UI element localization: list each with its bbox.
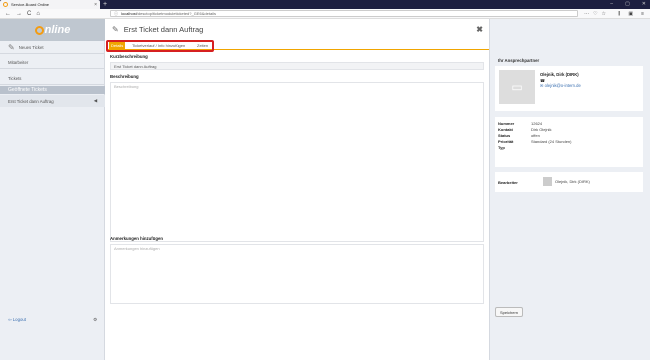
save-button[interactable]: Speichern — [495, 307, 524, 317]
collapse-arrow-icon[interactable]: ◀ — [94, 98, 97, 104]
tab-times[interactable]: Zeiten — [195, 42, 210, 49]
logo-text: nline — [44, 24, 71, 36]
toolbar-icons: ⫼ ▣ ≡ — [612, 11, 650, 17]
close-window-icon[interactable]: ✕ — [642, 0, 646, 9]
assignee-card: Bearbeiter Olejnik, Dirk (DIRK) — [495, 172, 643, 192]
open-ticket-item[interactable]: Erst Ticket dann Auftrag ◀ — [0, 95, 105, 107]
logo-ring-icon — [34, 25, 44, 35]
reload-icon[interactable]: C — [27, 11, 31, 17]
logout-row: ⇦ Logout ⚙ — [0, 314, 105, 326]
tab-history[interactable]: Ticketverlauf / Info hinzufügen — [130, 42, 187, 49]
url-host: localhost — [121, 11, 137, 16]
short-description-label: Kurzbeschreibung — [110, 54, 148, 59]
description-label: Beschreibung — [110, 74, 139, 79]
notes-label: Anmerkungen hinzufügen — [110, 236, 163, 241]
open-tickets-header: Geöffnete Tickets — [0, 86, 105, 94]
info-row-type: Typ — [498, 145, 505, 150]
info-row-status: Status offen — [498, 133, 540, 138]
minimize-icon[interactable]: – — [610, 0, 613, 9]
forward-icon[interactable]: → — [16, 11, 22, 17]
ticket-info-card: Nummer 12624 Kontakt Dirk Olejnik Status of… — [495, 117, 643, 167]
url-path: /desctop/ticketmoduleticketed?_GE6&detai… — [136, 11, 216, 16]
bookmark-icon[interactable]: ☆ — [602, 11, 606, 17]
pocket-icon[interactable]: ♡ — [593, 11, 597, 17]
page-title: Erst Ticket dann Auftrag — [123, 25, 204, 34]
sidebar-item-staff[interactable]: Mitarbeiter — [0, 57, 105, 69]
description-field[interactable]: Beschreibung — [110, 82, 484, 242]
pencil-icon: ✎ — [112, 25, 119, 34]
tab-details[interactable]: Details — [109, 42, 126, 49]
close-button[interactable]: ✖ — [476, 25, 483, 34]
browser-tab-title: Service-Board Online — [11, 2, 50, 7]
sidebar-item-tickets[interactable]: Tickets — [0, 73, 105, 85]
window-controls: – ▢ ✕ — [610, 0, 646, 9]
contact-email-link[interactable]: ✉ olejnik@o-intern.de — [540, 83, 581, 88]
contact-card: ▭ Olejnik, Dirk (DIRK) ☎ ✉ olejnik@o-int… — [495, 66, 643, 111]
info-icon: ⓘ — [114, 10, 118, 16]
browser-tabbar: Service-Board Online × + – ▢ ✕ — [0, 0, 650, 9]
pencil-icon: ✎ — [8, 43, 15, 52]
back-icon[interactable]: ← — [5, 11, 11, 17]
maximize-icon[interactable]: ▢ — [625, 0, 630, 9]
url-icons: ··· ♡ ☆ — [578, 11, 612, 17]
favicon-icon — [3, 2, 8, 7]
library-icon[interactable]: ⫼ — [618, 11, 620, 17]
tab-bar: Details Ticketverlauf / Info hinzufügen … — [106, 40, 489, 52]
browser-tab[interactable]: Service-Board Online × — [0, 0, 100, 9]
home-icon[interactable]: ⌂ — [36, 11, 40, 17]
ticket-header: ✎ Erst Ticket dann Auftrag ✖ — [106, 19, 489, 40]
assignee[interactable]: Olejnik, Dirk (DIRK) — [543, 177, 590, 186]
info-row-contact: Kontakt Dirk Olejnik — [498, 127, 552, 132]
url-input[interactable]: ⓘ localhost/desctop/ticketmoduleticketed… — [110, 10, 579, 17]
nav-buttons: ← → C ⌂ — [0, 11, 110, 17]
contact-name: Olejnik, Dirk (DIRK) — [540, 72, 579, 77]
notes-field[interactable]: Anmerkungen hinzufügen — [110, 244, 484, 304]
logout-link[interactable]: ⇦ Logout — [8, 317, 26, 323]
info-row-priority: Priorität Standard (24 Stunden) — [498, 139, 572, 144]
more-icon[interactable]: ··· — [584, 11, 589, 17]
info-row-number: Nummer 12624 — [498, 121, 543, 126]
assignee-label: Bearbeiter — [498, 180, 518, 185]
browser-toolbar: ← → C ⌂ ⓘ localhost/desctop/ticketmodule… — [0, 9, 650, 19]
open-ticket-label: Erst Ticket dann Auftrag — [8, 98, 54, 104]
tab-close-icon[interactable]: × — [94, 2, 97, 8]
settings-icon[interactable]: ⚙ — [93, 317, 97, 323]
logout-label: Logout — [12, 317, 26, 322]
contact-header: Ihr Ansprechpartner — [498, 58, 540, 63]
avatar-image-icon: ▭ — [499, 70, 535, 104]
sidebar: nline ✎ Neues Ticket Mitarbeiter Tickets… — [0, 19, 105, 360]
short-description-field[interactable]: Erst Ticket dann Auftrag — [110, 62, 484, 70]
logo[interactable]: nline — [0, 19, 105, 41]
new-ticket-button[interactable]: ✎ Neues Ticket — [0, 42, 105, 54]
sidebar-toggle-icon[interactable]: ▣ — [628, 11, 633, 17]
assignee-avatar — [543, 177, 552, 186]
assignee-name: Olejnik, Dirk (DIRK) — [555, 179, 590, 184]
new-tab-button[interactable]: + — [103, 0, 107, 9]
main-panel: ✎ Erst Ticket dann Auftrag ✖ Details Tic… — [106, 19, 489, 360]
menu-icon[interactable]: ≡ — [641, 11, 644, 17]
new-ticket-label: Neues Ticket — [18, 45, 44, 50]
detail-panel: Ihr Ansprechpartner ▭ Olejnik, Dirk (DIR… — [489, 19, 650, 360]
